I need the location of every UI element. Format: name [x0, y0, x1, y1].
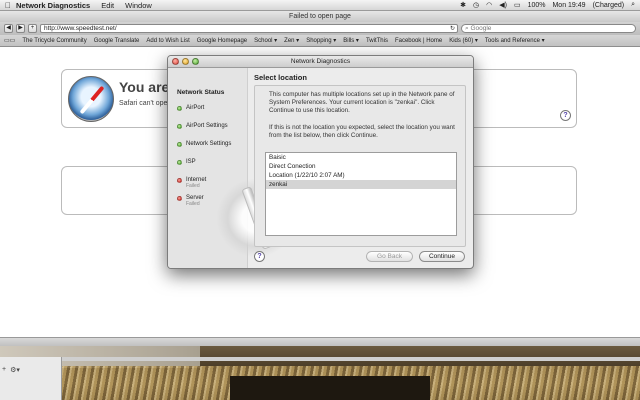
- forward-button[interactable]: ▶: [16, 24, 25, 33]
- menu-window[interactable]: Window: [125, 1, 152, 10]
- app-menu[interactable]: Network Diagnostics: [16, 1, 90, 10]
- menu-extras: ✱ ◷ ◠ ◀) ▭ 100% Mon 19:49 (Charged) ⌕: [460, 1, 640, 9]
- error-title: You are: [119, 79, 170, 95]
- url-field[interactable]: http://www.speedtest.net/ ↻: [40, 24, 458, 33]
- back-button[interactable]: ◀: [4, 24, 13, 33]
- status-ok-icon: [177, 106, 182, 111]
- browser-toolbar: ◀ ▶ + http://www.speedtest.net/ ↻ ⌕ Goog…: [0, 22, 640, 35]
- location-list[interactable]: Baisic Direct Conection Location (1/22/1…: [265, 152, 457, 236]
- safari-compass-icon: [68, 76, 114, 122]
- battery-status: (Charged): [592, 1, 625, 9]
- close-button[interactable]: [172, 58, 179, 65]
- step-isp: ISP: [177, 159, 196, 165]
- help-icon[interactable]: ?: [560, 110, 571, 121]
- network-diagnostics-dialog: Network Diagnostics Network Status AirPo…: [167, 55, 474, 269]
- error-text: Safari can't open: [119, 100, 172, 107]
- step-server: Server Failed: [177, 195, 204, 207]
- desktop-background: [0, 346, 640, 400]
- section-heading: Select location: [254, 73, 307, 82]
- step-internet: Internet Failed: [177, 177, 206, 189]
- bookmarks-bar: ▭▭ The Tricycle Community Google Transla…: [0, 35, 640, 47]
- battery-icon[interactable]: ▭: [514, 1, 521, 9]
- help-button[interactable]: ?: [254, 251, 265, 262]
- status-sidebar: Network Status AirPort AirPort Settings …: [168, 68, 296, 268]
- step-sublabel: Failed: [186, 201, 200, 207]
- list-item[interactable]: Location (1/22/10 2:07 AM): [266, 171, 456, 180]
- battery-percent: 100%: [527, 1, 546, 9]
- sidebar-title: Network Status: [177, 89, 225, 96]
- step-label: AirPort: [186, 105, 205, 111]
- bookmark-item[interactable]: The Tricycle Community: [22, 38, 86, 44]
- step-airport: AirPort: [177, 105, 204, 111]
- action-icon[interactable]: ⚙▾: [10, 366, 20, 374]
- bookmark-item[interactable]: TwitThis: [366, 38, 388, 44]
- clock[interactable]: Mon 19:49: [552, 2, 585, 9]
- dialog-title: Network Diagnostics: [290, 58, 351, 65]
- finder-tools: + ⚙▾: [2, 366, 20, 374]
- url-text: http://www.speedtest.net/: [44, 24, 117, 32]
- instruction-paragraph: If this is not the location you expected…: [269, 124, 455, 139]
- bookmark-item[interactable]: Zen ▾: [284, 37, 299, 44]
- finder-window-edge: [62, 357, 640, 361]
- step-airport-settings: AirPort Settings: [177, 123, 228, 129]
- spotlight-icon[interactable]: ⌕: [631, 1, 635, 9]
- bookmark-item[interactable]: Tools and Reference ▾: [485, 37, 545, 44]
- network-diagnostics-button[interactable]: [562, 169, 573, 180]
- go-back-button[interactable]: Go Back: [366, 251, 413, 262]
- search-icon: ⌕: [465, 25, 469, 32]
- status-ok-icon: [177, 142, 182, 147]
- window-controls: [172, 58, 199, 65]
- wifi-icon[interactable]: ◠: [486, 1, 492, 9]
- add-icon[interactable]: +: [2, 366, 6, 374]
- step-label: Network Settings: [186, 141, 232, 147]
- list-item-selected[interactable]: zenkai: [266, 180, 456, 189]
- search-placeholder: Google: [470, 25, 492, 32]
- list-item[interactable]: Baisic: [266, 153, 456, 162]
- bookmark-item[interactable]: Shopping ▾: [306, 37, 336, 44]
- status-ok-icon: [177, 124, 182, 129]
- description-paragraph: This computer has multiple locations set…: [269, 91, 455, 114]
- bookmark-item[interactable]: Bills ▾: [343, 37, 359, 44]
- search-field[interactable]: ⌕ Google: [461, 24, 636, 33]
- bookmark-item[interactable]: School ▾: [254, 37, 277, 44]
- step-sublabel: Failed: [186, 183, 200, 189]
- bookmark-item[interactable]: Add to Wish List: [146, 38, 189, 44]
- status-fail-icon: [177, 178, 182, 183]
- volume-icon[interactable]: ◀): [499, 1, 507, 9]
- desktop-shadow: [230, 376, 430, 400]
- status-fail-icon: [177, 196, 182, 201]
- browser-statusbar: [0, 337, 640, 346]
- minimize-button[interactable]: [182, 58, 189, 65]
- continue-button[interactable]: Continue: [419, 251, 465, 262]
- timemachine-icon[interactable]: ◷: [473, 1, 479, 9]
- bookmark-item[interactable]: Google Homepage: [197, 38, 247, 44]
- add-bookmark-button[interactable]: +: [28, 24, 37, 33]
- dialog-titlebar: Network Diagnostics: [168, 56, 473, 68]
- step-label: AirPort Settings: [186, 123, 228, 129]
- menu-edit[interactable]: Edit: [101, 1, 114, 10]
- apple-menu-icon[interactable]: : [0, 1, 16, 10]
- bookmark-item[interactable]: Google Translate: [94, 38, 140, 44]
- reading-list-icon[interactable]: ▭▭: [4, 37, 15, 44]
- dialog-content: Select location This computer has multip…: [248, 68, 473, 268]
- bookmark-item[interactable]: Kids (60) ▾: [449, 37, 478, 44]
- list-item[interactable]: Direct Conection: [266, 162, 456, 171]
- finder-sidebar-strip: + ⚙▾: [0, 357, 62, 400]
- menu-bar:  Network Diagnostics Edit Window ✱ ◷ ◠ …: [0, 0, 640, 11]
- step-label: ISP: [186, 159, 196, 165]
- step-network-settings: Network Settings: [177, 141, 231, 147]
- browser-titlebar: Failed to open page: [0, 11, 640, 22]
- bookmark-item[interactable]: Facebook | Home: [395, 38, 442, 44]
- bluetooth-icon[interactable]: ✱: [460, 1, 466, 9]
- zoom-button[interactable]: [192, 58, 199, 65]
- reload-icon[interactable]: ↻: [450, 25, 455, 33]
- location-panel: This computer has multiple locations set…: [254, 85, 466, 247]
- status-ok-icon: [177, 160, 182, 165]
